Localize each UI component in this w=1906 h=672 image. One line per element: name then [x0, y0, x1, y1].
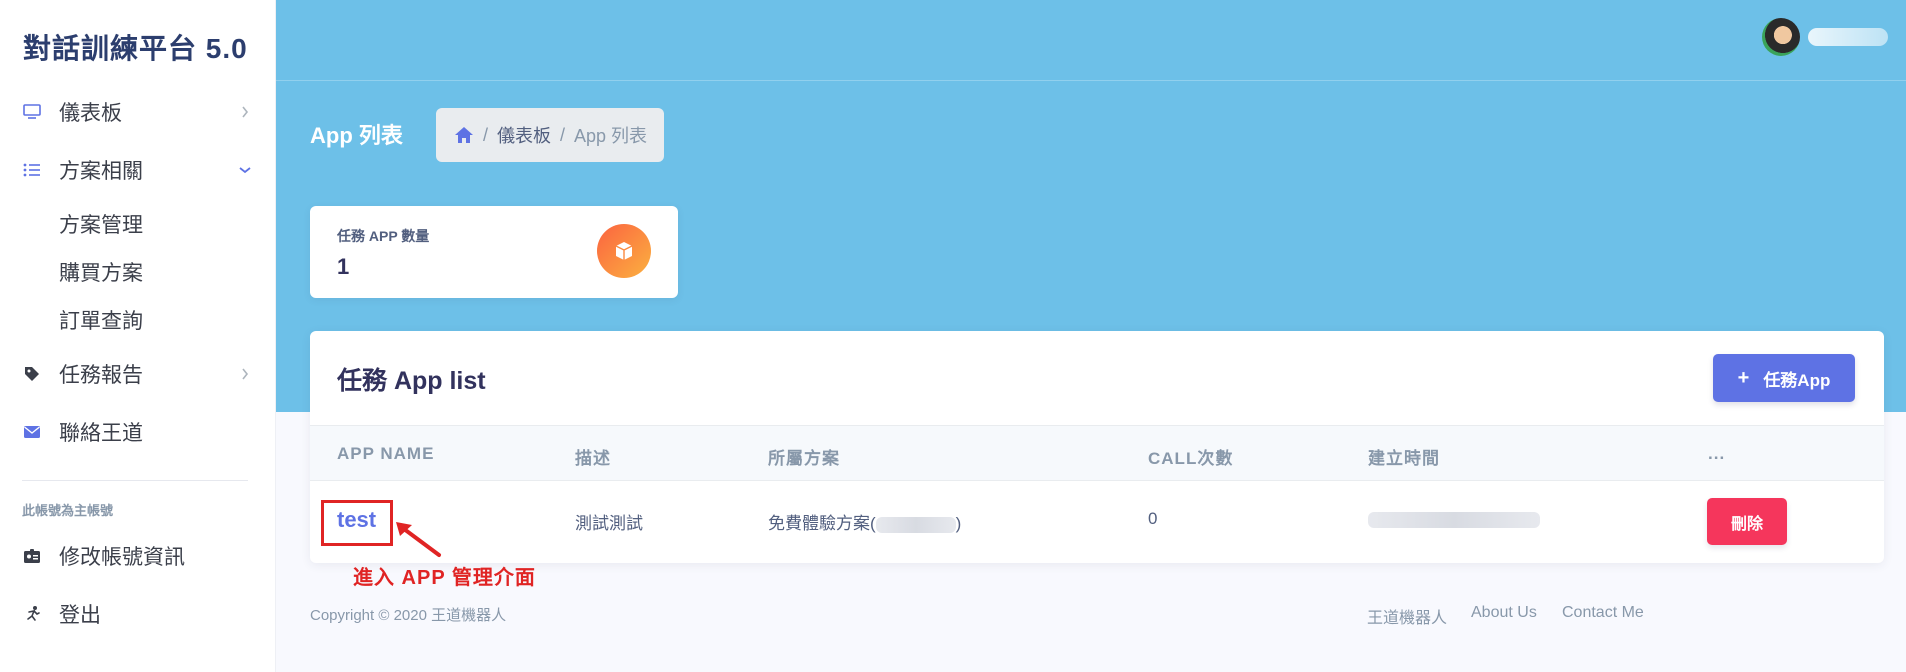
sidebar-item-contact[interactable]: 聯絡王道 [0, 410, 276, 454]
list-icon [22, 160, 42, 180]
sidebar: 對話訓練平台 5.0 儀表板 方案相關 方案管理 購買方案 訂單查詢 任務報告 [0, 0, 276, 672]
footer-link-about[interactable]: About Us [1471, 604, 1537, 622]
tag-icon [22, 364, 42, 384]
running-icon [22, 604, 42, 624]
column-header-actions: ... [1708, 444, 1726, 463]
app-count-card: 任務 APP 數量 1 [310, 206, 678, 298]
user-name-redacted[interactable] [1808, 28, 1888, 46]
page-title: App 列表 [310, 123, 403, 148]
column-header-app-name: APP NAME [337, 444, 435, 463]
column-header-description: 描述 [575, 449, 611, 468]
app-call-count: 0 [1148, 509, 1158, 528]
column-header-plan: 所屬方案 [768, 449, 840, 468]
envelope-icon [22, 422, 42, 442]
sidebar-subitem-plan-management[interactable]: 方案管理 [59, 209, 143, 239]
footer-copyright: Copyright © 2020 王道機器人 [310, 607, 507, 624]
table-header: APP NAME 描述 所屬方案 CALL次數 建立時間 ... [310, 425, 1884, 481]
chevron-down-icon [236, 161, 254, 179]
sidebar-item-reports[interactable]: 任務報告 [0, 352, 276, 396]
account-heading: 此帳號為主帳號 [22, 503, 114, 518]
breadcrumb-separator: / [560, 124, 566, 145]
sidebar-item-edit-account[interactable]: 修改帳號資訊 [0, 534, 276, 578]
app-plan-close: ) [955, 514, 962, 533]
monitor-icon [22, 102, 42, 122]
app-plan-name: 免費體驗方案( [768, 514, 876, 533]
sidebar-item-label: 聯絡王道 [59, 422, 143, 445]
sidebar-item-label: 方案相關 [59, 160, 143, 183]
add-app-button-label: 任務App [1763, 370, 1831, 390]
sidebar-subitem-order-query[interactable]: 訂單查詢 [59, 305, 143, 335]
app-count-value: 1 [337, 254, 350, 279]
sidebar-item-label: 登出 [59, 604, 101, 627]
chevron-right-icon [236, 103, 254, 121]
annotation-arrow-icon [396, 522, 441, 557]
sidebar-item-logout[interactable]: 登出 [0, 592, 276, 636]
sidebar-item-label: 修改帳號資訊 [59, 546, 185, 569]
home-icon[interactable] [454, 126, 474, 144]
footer-link-company[interactable]: 王道機器人 [1367, 604, 1447, 628]
add-app-button[interactable]: + 任務App [1713, 354, 1855, 402]
sidebar-item-label: 儀表板 [59, 102, 122, 125]
annotation-text: 進入 APP 管理介面 [353, 567, 536, 589]
app-created-time [1368, 509, 1540, 529]
footer-link-contact[interactable]: Contact Me [1562, 604, 1644, 622]
topbar-divider [276, 80, 1906, 81]
column-header-calls: CALL次數 [1148, 449, 1234, 468]
chevron-right-icon [236, 365, 254, 383]
brand-title[interactable]: 對話訓練平台 5.0 [23, 27, 248, 67]
sidebar-item-dashboard[interactable]: 儀表板 [0, 90, 276, 134]
app-plan: 免費體驗方案() [768, 509, 961, 534]
id-card-icon [22, 546, 42, 566]
delete-button[interactable]: 刪除 [1707, 498, 1787, 545]
plan-id-redacted [875, 516, 956, 533]
plus-icon: + [1737, 366, 1750, 389]
app-description: 測試測試 [575, 514, 643, 533]
box-icon [597, 224, 651, 278]
app-count-label: 任務 APP 數量 [337, 228, 430, 244]
breadcrumb-dashboard[interactable]: 儀表板 [497, 122, 551, 148]
avatar[interactable] [1762, 18, 1800, 56]
breadcrumb-current: App 列表 [574, 126, 648, 146]
app-list-card: 任務 App list + 任務App APP NAME 描述 所屬方案 CAL… [310, 331, 1884, 563]
breadcrumb: / 儀表板 / App 列表 [436, 108, 664, 162]
annotation-highlight-box [321, 500, 393, 546]
sidebar-subitem-buy-plan[interactable]: 購買方案 [59, 257, 143, 287]
column-header-created: 建立時間 [1368, 449, 1440, 468]
sidebar-divider [22, 480, 248, 481]
breadcrumb-separator: / [483, 124, 489, 145]
created-time-redacted [1368, 511, 1540, 528]
sidebar-item-plans[interactable]: 方案相關 [0, 148, 276, 192]
app-list-title: 任務 App list [337, 367, 486, 395]
sidebar-item-label: 任務報告 [59, 364, 143, 387]
